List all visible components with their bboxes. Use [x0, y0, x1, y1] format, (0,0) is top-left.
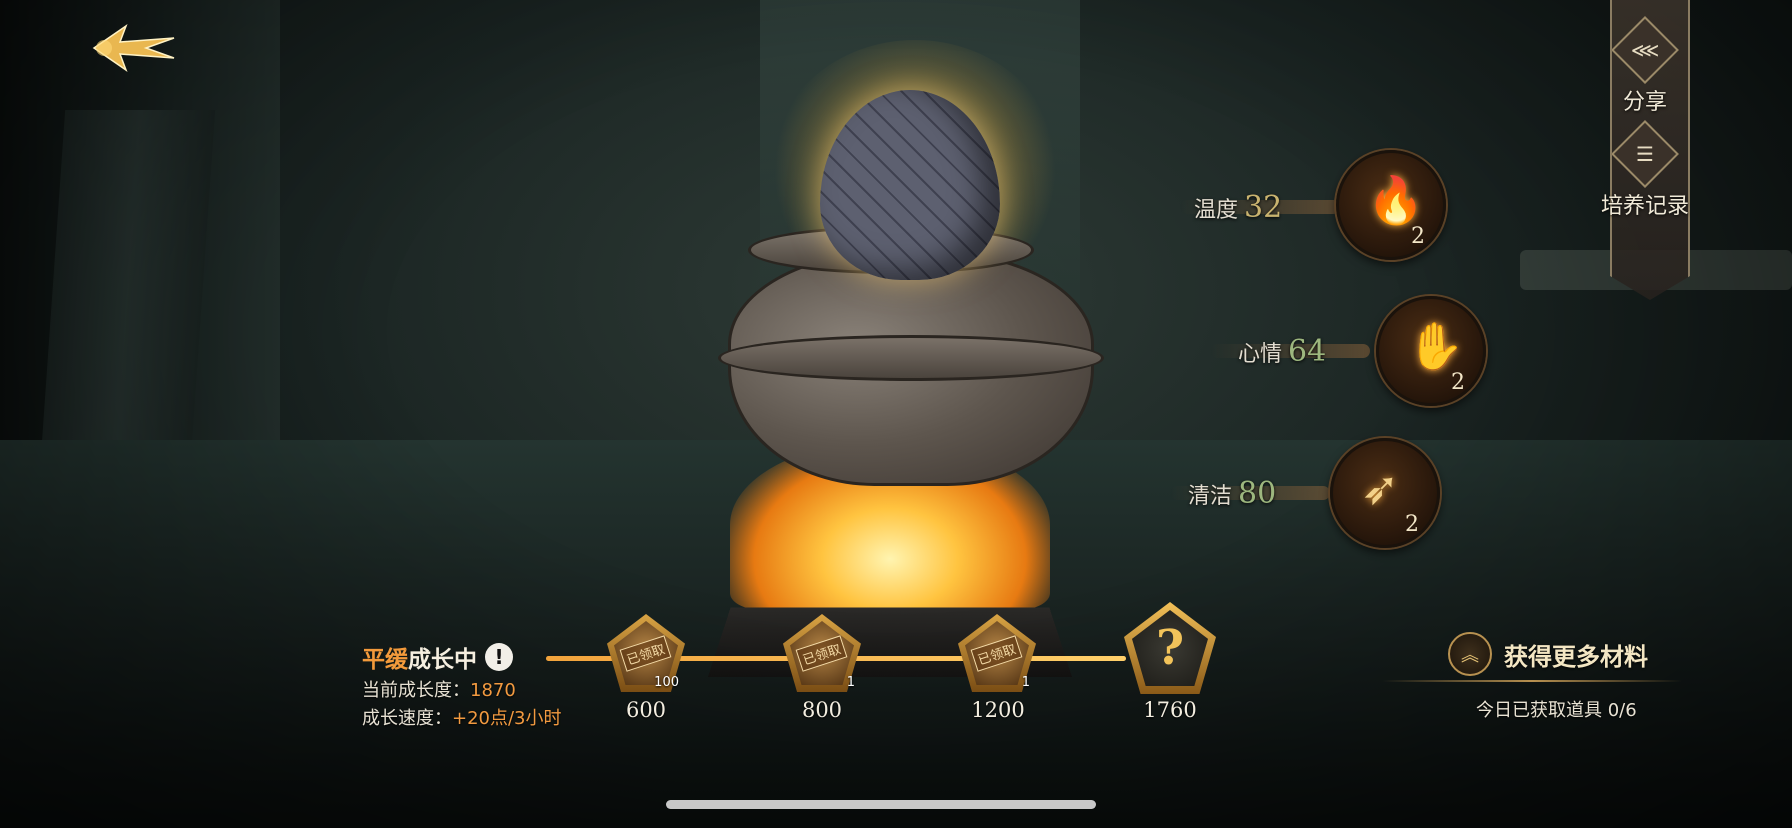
records-button[interactable]: ☰ 培养记录 — [1590, 120, 1700, 220]
threshold-label: 800 — [801, 698, 843, 722]
share-label: 分享 — [1622, 90, 1667, 115]
growth-status: 平缓成长中 ! — [362, 640, 513, 674]
scroll-icon: ☰ — [1611, 120, 1679, 188]
claimed-stamp: 已领取 — [796, 634, 848, 672]
clean-label: 清洁 — [1188, 484, 1233, 509]
share-button[interactable]: ⋘ 分享 — [1590, 16, 1700, 116]
claimed-stamp: 已领取 — [620, 634, 672, 672]
get-more-materials-button[interactable]: ︽ 获得更多材料 — [1448, 632, 1648, 676]
current-growth: 当前成长度：1870 — [362, 676, 516, 702]
temperature-value: 32 — [1244, 190, 1283, 225]
divider — [1382, 680, 1682, 682]
threshold-label: 1760 — [1143, 698, 1197, 722]
mood-value: 64 — [1288, 334, 1327, 369]
threshold-label: 600 — [625, 698, 667, 722]
share-icon: ⋘ — [1611, 16, 1679, 84]
records-label: 培养记录 — [1600, 194, 1689, 219]
reward-1200[interactable]: 已领取 1 — [958, 614, 1036, 692]
temperature-label: 温度 — [1194, 198, 1239, 223]
brush-icon: ➶ — [1361, 461, 1400, 515]
growth-status-rest: 成长中 — [408, 647, 477, 673]
reward-qty: 1 — [846, 675, 855, 690]
question-mark-icon: ? — [1155, 620, 1185, 676]
growth-status-highlight: 平缓 — [362, 647, 408, 673]
growth-speed-label: 成长速度： — [362, 708, 452, 729]
threshold-label: 1200 — [971, 698, 1025, 722]
mood-item-count: 2 — [1451, 370, 1465, 395]
mood-care-button[interactable]: ✋ 2 — [1376, 296, 1486, 406]
back-button[interactable] — [90, 18, 180, 78]
temperature-care-button[interactable]: 🔥 2 — [1336, 150, 1446, 260]
reward-1760-mystery[interactable]: ? — [1124, 602, 1216, 694]
reward-qty: 1 — [1021, 675, 1030, 690]
clean-item-count: 2 — [1405, 512, 1419, 537]
chevron-up-icon: ︽ — [1448, 632, 1492, 676]
mood-stat: 心情 64 — [1238, 334, 1326, 369]
current-growth-label: 当前成长度： — [362, 680, 470, 701]
reward-inner: 已领取 — [965, 621, 1029, 685]
growth-status-text: 平缓成长中 — [362, 640, 477, 674]
glove-icon: ✋ — [1407, 319, 1465, 373]
info-icon[interactable]: ! — [485, 643, 513, 671]
current-growth-value: 1870 — [470, 680, 516, 701]
growth-speed-value: +20点/3小时 — [452, 708, 562, 729]
mood-label: 心情 — [1238, 342, 1283, 367]
claimed-stamp: 已领取 — [971, 634, 1023, 672]
temperature-stat: 温度 32 — [1194, 190, 1282, 225]
flame-potion-icon: 🔥 — [1367, 173, 1425, 227]
get-more-materials-label: 获得更多材料 — [1504, 642, 1648, 671]
daily-items-counter: 今日已获取道具 0/6 — [1476, 700, 1637, 721]
home-indicator[interactable] — [666, 800, 1096, 809]
clean-value: 80 — [1238, 476, 1277, 511]
clean-stat: 清洁 80 — [1188, 476, 1276, 511]
growth-speed: 成长速度：+20点/3小时 — [362, 704, 562, 730]
reward-800[interactable]: 已领取 1 — [783, 614, 861, 692]
mystery-frame: ? — [1124, 602, 1216, 694]
reward-600[interactable]: 已领取 100 — [607, 614, 685, 692]
winged-arrow-back-icon — [92, 24, 175, 72]
reward-qty: 100 — [654, 675, 679, 690]
reward-inner: 已领取 — [790, 621, 854, 685]
clean-care-button[interactable]: ➶ 2 — [1330, 438, 1440, 548]
temperature-item-count: 2 — [1411, 224, 1425, 249]
mystery-inner: ? — [1132, 610, 1208, 686]
